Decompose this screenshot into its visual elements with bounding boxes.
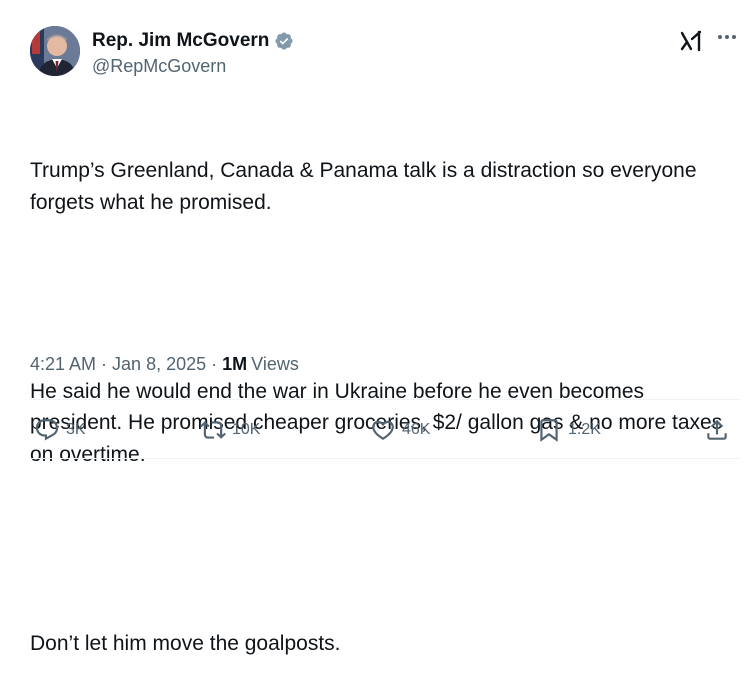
tweet-time[interactable]: 4:21 AM: [30, 354, 96, 375]
tweet-paragraph: Trump’s Greenland, Canada & Panama talk …: [30, 159, 703, 214]
bookmark-icon: [540, 419, 558, 442]
views-count[interactable]: 1M: [222, 354, 247, 375]
views-label: Views: [251, 354, 299, 374]
reply-button[interactable]: 3K: [34, 412, 86, 448]
tweet-paragraph-spacer: [30, 281, 730, 313]
grok-icon[interactable]: [678, 28, 704, 54]
reply-count: 3K: [66, 421, 86, 438]
handle[interactable]: @RepMcGovern: [92, 56, 226, 77]
reply-icon: [35, 419, 59, 441]
like-icon: [372, 420, 394, 440]
top-border: [0, 0, 750, 4]
tweet-text: Trump’s Greenland, Canada & Panama talk …: [30, 92, 730, 691]
verified-badge-icon: [275, 32, 293, 50]
tweet-meta: 4:21 AM · Jan 8, 2025 · 1M Views: [30, 354, 299, 375]
share-button[interactable]: [704, 412, 730, 448]
like-count: 46K: [402, 421, 431, 438]
bookmark-button[interactable]: 1.2K: [536, 412, 601, 448]
display-name[interactable]: Rep. Jim McGovern: [92, 30, 269, 52]
divider: [30, 399, 740, 400]
repost-count: 10K: [232, 421, 261, 438]
action-bar: 3K 10K 46K 1.2K: [30, 412, 740, 448]
name-line: Rep. Jim McGovern: [92, 30, 294, 52]
repost-button[interactable]: 10K: [200, 412, 260, 448]
avatar-image: [30, 26, 80, 76]
meta-separator: ·: [211, 354, 218, 374]
avatar[interactable]: [30, 26, 80, 76]
like-button[interactable]: 46K: [370, 412, 430, 448]
share-icon: [707, 419, 727, 440]
tweet-date[interactable]: Jan 8, 2025: [112, 354, 206, 375]
more-icon[interactable]: [716, 26, 738, 54]
bookmark-count: 1.2K: [568, 421, 601, 438]
tweet-header: Rep. Jim McGovern @RepMcGovern: [30, 26, 740, 82]
tweet-paragraph: Don’t let him move the goalposts.: [30, 631, 341, 655]
meta-separator: ·: [101, 354, 108, 374]
tweet-paragraph-spacer: [30, 533, 730, 565]
repost-icon: [200, 421, 226, 439]
bottom-divider: [30, 458, 740, 459]
